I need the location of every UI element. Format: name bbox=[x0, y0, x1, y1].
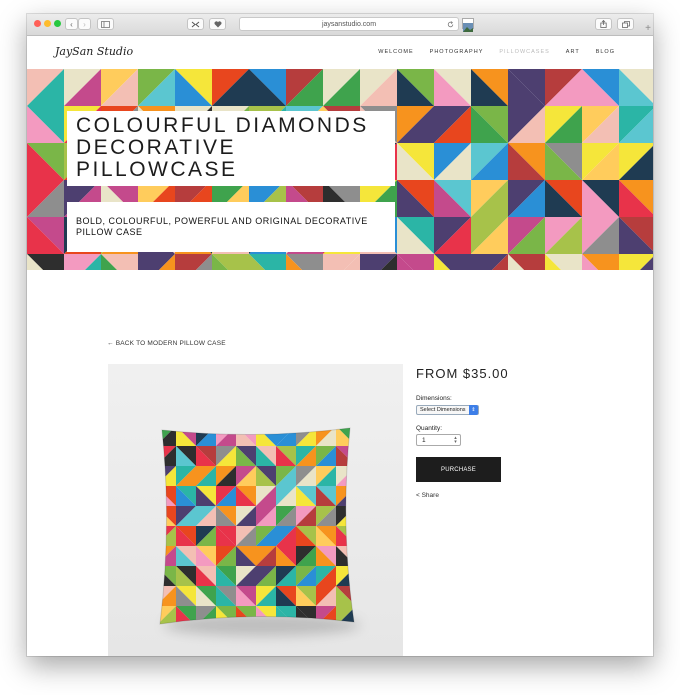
site-header: JaySan Studio WELCOME PHOTOGRAPHY PILLOW… bbox=[27, 36, 653, 69]
pillow-pattern bbox=[160, 428, 354, 624]
sidebar-icon bbox=[101, 20, 110, 28]
main-nav: WELCOME PHOTOGRAPHY PILLOWCASES ART BLOG bbox=[378, 49, 615, 55]
hero-subtitle-box: BOLD, COLOURFUL, POWERFUL AND ORIGINAL D… bbox=[67, 202, 395, 252]
tabs-button[interactable] bbox=[617, 18, 634, 30]
product-price: FROM $35.00 bbox=[416, 366, 509, 381]
back-link[interactable]: ← BACK TO MODERN PILLOW CASE bbox=[107, 340, 226, 347]
product-image[interactable] bbox=[108, 364, 403, 656]
quantity-label: Quantity: bbox=[416, 425, 443, 432]
back-icon: ‹ bbox=[70, 19, 73, 29]
url-text: jaysanstudio.com bbox=[321, 20, 377, 28]
share-button[interactable] bbox=[595, 18, 612, 30]
hero-banner: COLOURFUL DIAMONDS DECORATIVE PILLOWCASE… bbox=[27, 69, 653, 270]
pocket-button[interactable] bbox=[209, 18, 226, 30]
extensions-button[interactable] bbox=[187, 18, 204, 30]
tabs-icon bbox=[621, 20, 630, 28]
pillow-pattern-triangle bbox=[160, 428, 176, 446]
forward-button[interactable]: › bbox=[78, 18, 91, 30]
reload-icon[interactable] bbox=[447, 21, 454, 28]
chevron-updown-icon: ⇕ bbox=[469, 405, 478, 415]
nav-item-welcome[interactable]: WELCOME bbox=[378, 49, 413, 55]
back-button[interactable]: ‹ bbox=[65, 18, 78, 30]
browser-toolbar: ‹ › jaysanstudio.com + bbox=[27, 14, 653, 36]
pillow-image bbox=[159, 427, 355, 625]
nav-item-pillowcases[interactable]: PILLOWCASES bbox=[499, 49, 549, 55]
nav-item-art[interactable]: ART bbox=[566, 49, 580, 55]
extension-thumbnail[interactable] bbox=[462, 18, 474, 32]
nav-item-blog[interactable]: BLOG bbox=[596, 49, 615, 55]
hero-subtitle: BOLD, COLOURFUL, POWERFUL AND ORIGINAL D… bbox=[76, 216, 368, 237]
stepper-arrows-icon[interactable]: ▴ ▾ bbox=[452, 436, 459, 445]
forward-icon: › bbox=[83, 19, 86, 29]
hero-title-line-1: COLOURFUL DIAMONDS bbox=[76, 114, 369, 137]
sidebar-button[interactable] bbox=[97, 18, 114, 30]
dimensions-label: Dimensions: bbox=[416, 395, 452, 402]
hero-title-line-2: DECORATIVE bbox=[76, 136, 236, 159]
minimize-window-button[interactable] bbox=[44, 20, 51, 27]
dimensions-selected-value: Select Dimensions bbox=[420, 407, 466, 413]
pocket-icon bbox=[214, 20, 221, 27]
quantity-stepper[interactable]: 1 ▴ ▾ bbox=[416, 434, 461, 446]
share-icon bbox=[600, 20, 607, 28]
purchase-button[interactable]: PURCHASE bbox=[416, 457, 501, 482]
dimensions-select[interactable]: Select Dimensions ⇕ bbox=[416, 405, 479, 415]
hero-title-line-3: PILLOWCASE bbox=[76, 158, 238, 181]
close-window-button[interactable] bbox=[34, 20, 41, 27]
site-logo[interactable]: JaySan Studio bbox=[55, 45, 133, 58]
zoom-window-button[interactable] bbox=[54, 20, 61, 27]
extensions-icon bbox=[191, 21, 200, 27]
nav-item-photography[interactable]: PHOTOGRAPHY bbox=[430, 49, 484, 55]
new-tab-button[interactable]: + bbox=[643, 22, 653, 34]
hero-title-box: COLOURFUL DIAMONDS DECORATIVE PILLOWCASE bbox=[67, 111, 395, 186]
hero-title: COLOURFUL DIAMONDS DECORATIVE PILLOWCASE bbox=[76, 115, 369, 181]
quantity-value: 1 bbox=[422, 436, 426, 444]
share-link[interactable]: < Share bbox=[416, 492, 439, 499]
image-icon bbox=[463, 23, 473, 32]
browser-window: ‹ › jaysanstudio.com + JaySan Studio WEL… bbox=[27, 14, 653, 656]
new-tab-icon: + bbox=[645, 22, 651, 34]
address-bar[interactable]: jaysanstudio.com bbox=[239, 17, 459, 31]
